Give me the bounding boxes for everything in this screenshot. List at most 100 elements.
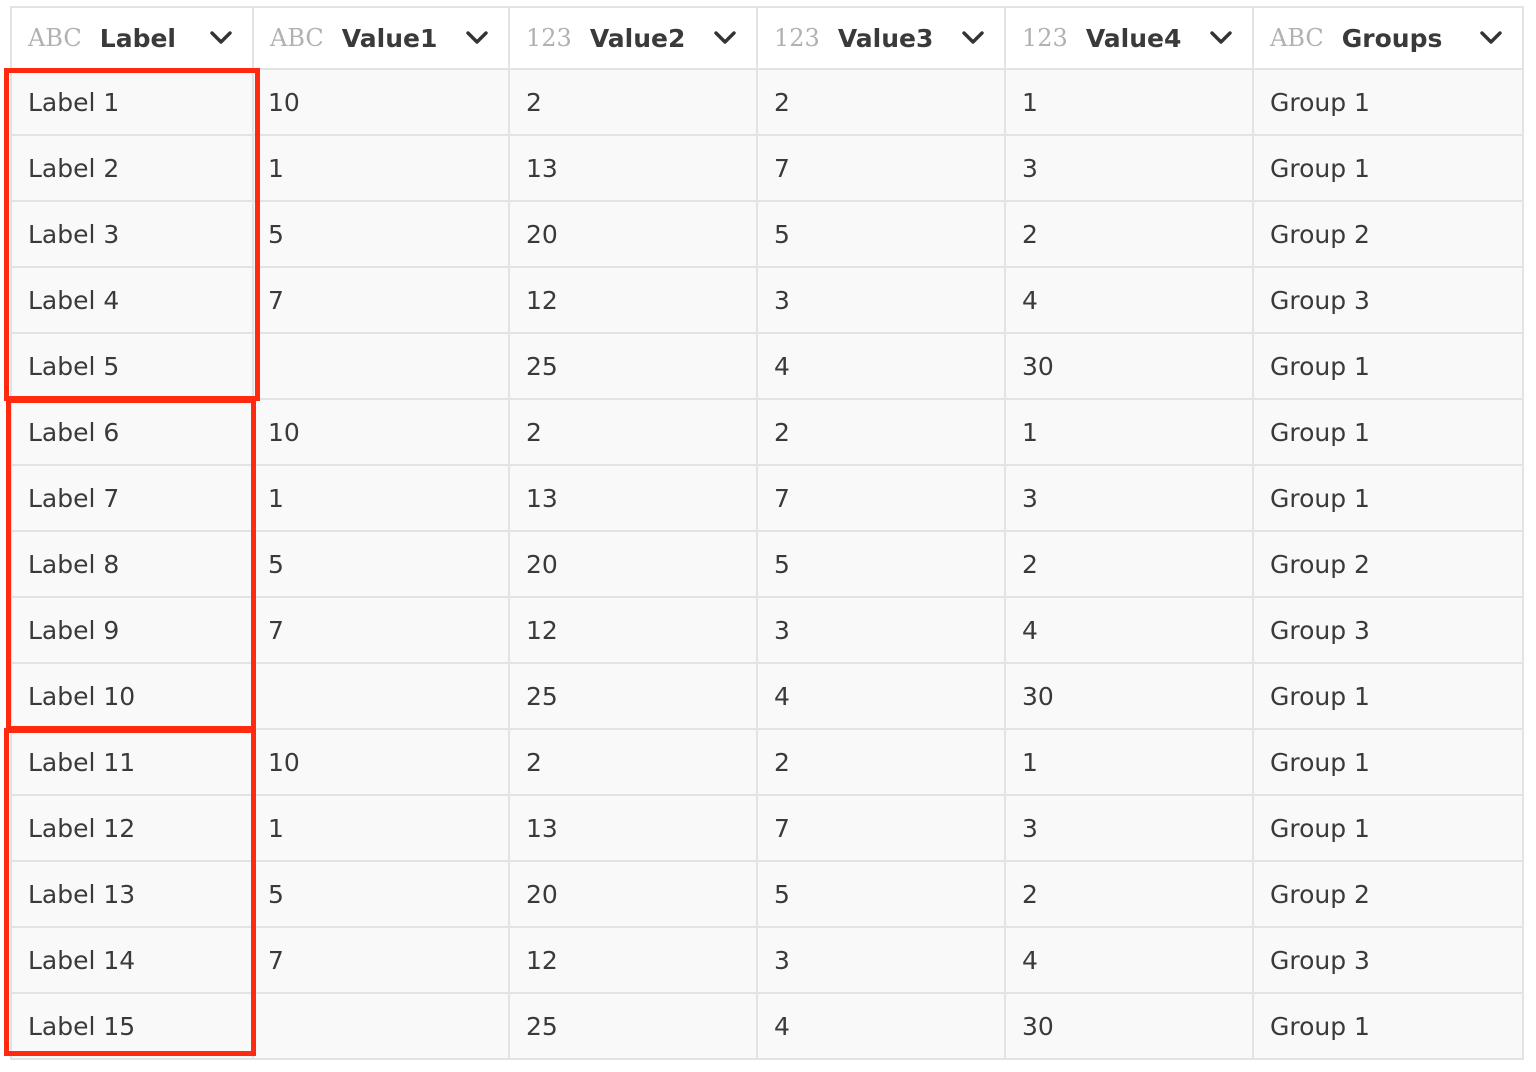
table-cell[interactable]: 5	[758, 532, 1006, 596]
table-cell[interactable]: Label 15	[12, 994, 254, 1058]
table-cell[interactable]: Group 1	[1254, 70, 1524, 134]
table-cell[interactable]: 2	[510, 730, 758, 794]
table-cell[interactable]: 2	[510, 400, 758, 464]
table-cell[interactable]: 25	[510, 334, 758, 398]
table-cell[interactable]: 12	[510, 598, 758, 662]
chevron-down-icon[interactable]	[960, 25, 986, 51]
table-cell[interactable]: 4	[758, 994, 1006, 1058]
table-cell[interactable]: 13	[510, 796, 758, 860]
table-cell[interactable]: 1	[254, 796, 510, 860]
table-cell[interactable]: Group 2	[1254, 532, 1524, 596]
table-cell[interactable]: Group 1	[1254, 796, 1524, 860]
table-cell[interactable]: 3	[758, 928, 1006, 992]
table-cell[interactable]: 5	[254, 862, 510, 926]
table-cell[interactable]: 2	[758, 730, 1006, 794]
table-cell[interactable]: 13	[510, 466, 758, 530]
table-cell[interactable]: 1	[254, 466, 510, 530]
table-cell[interactable]: 5	[758, 862, 1006, 926]
table-cell[interactable]: Label 11	[12, 730, 254, 794]
table-cell[interactable]: Label 9	[12, 598, 254, 662]
table-cell[interactable]: 1	[1006, 70, 1254, 134]
table-cell[interactable]: Group 1	[1254, 994, 1524, 1058]
column-header-value2[interactable]: 123 Value2	[510, 8, 758, 68]
table-cell[interactable]	[254, 334, 510, 398]
column-header-label[interactable]: ABC Label	[12, 8, 254, 68]
table-cell[interactable]: 7	[758, 466, 1006, 530]
table-cell[interactable]	[254, 994, 510, 1058]
table-cell[interactable]: Group 3	[1254, 928, 1524, 992]
table-cell[interactable]: 12	[510, 928, 758, 992]
table-cell[interactable]: 4	[758, 334, 1006, 398]
table-cell[interactable]: Group 1	[1254, 466, 1524, 530]
table-cell[interactable]: 7	[758, 136, 1006, 200]
chevron-down-icon[interactable]	[1208, 25, 1234, 51]
column-header-value4[interactable]: 123 Value4	[1006, 8, 1254, 68]
table-cell[interactable]: Group 1	[1254, 136, 1524, 200]
table-cell[interactable]: 7	[254, 268, 510, 332]
table-cell[interactable]: 2	[758, 400, 1006, 464]
table-cell[interactable]: Label 7	[12, 466, 254, 530]
table-cell[interactable]: 30	[1006, 334, 1254, 398]
chevron-down-icon[interactable]	[208, 25, 234, 51]
table-cell[interactable]: 30	[1006, 664, 1254, 728]
table-cell[interactable]: 10	[254, 70, 510, 134]
table-cell[interactable]: Group 1	[1254, 334, 1524, 398]
table-cell[interactable]: 1	[1006, 730, 1254, 794]
table-cell[interactable]: Group 1	[1254, 400, 1524, 464]
column-header-value3[interactable]: 123 Value3	[758, 8, 1006, 68]
table-cell[interactable]: 13	[510, 136, 758, 200]
table-cell[interactable]: Group 1	[1254, 664, 1524, 728]
table-cell[interactable]: Group 2	[1254, 202, 1524, 266]
table-cell[interactable]: 4	[758, 664, 1006, 728]
table-cell[interactable]: 20	[510, 532, 758, 596]
table-cell[interactable]: 7	[254, 598, 510, 662]
table-cell[interactable]: 1	[1006, 400, 1254, 464]
table-cell[interactable]: Group 2	[1254, 862, 1524, 926]
table-cell[interactable]: 5	[758, 202, 1006, 266]
table-cell[interactable]: 1	[254, 136, 510, 200]
table-cell[interactable]: Group 3	[1254, 268, 1524, 332]
table-cell[interactable]: 4	[1006, 598, 1254, 662]
table-cell[interactable]: Group 3	[1254, 598, 1524, 662]
table-cell[interactable]: 2	[1006, 862, 1254, 926]
table-cell[interactable]: 5	[254, 202, 510, 266]
table-cell[interactable]: 2	[1006, 532, 1254, 596]
table-cell[interactable]: Group 1	[1254, 730, 1524, 794]
chevron-down-icon[interactable]	[1478, 25, 1504, 51]
table-cell[interactable]: Label 10	[12, 664, 254, 728]
table-cell[interactable]: 25	[510, 664, 758, 728]
table-cell[interactable]: 3	[758, 598, 1006, 662]
table-cell[interactable]	[254, 664, 510, 728]
chevron-down-icon[interactable]	[712, 25, 738, 51]
table-cell[interactable]: 20	[510, 862, 758, 926]
table-cell[interactable]: 7	[254, 928, 510, 992]
table-cell[interactable]: 2	[1006, 202, 1254, 266]
table-cell[interactable]: 12	[510, 268, 758, 332]
column-header-value1[interactable]: ABC Value1	[254, 8, 510, 68]
table-cell[interactable]: 2	[758, 70, 1006, 134]
table-cell[interactable]: 3	[1006, 796, 1254, 860]
table-cell[interactable]: Label 12	[12, 796, 254, 860]
table-cell[interactable]: Label 3	[12, 202, 254, 266]
table-cell[interactable]: 30	[1006, 994, 1254, 1058]
table-cell[interactable]: Label 2	[12, 136, 254, 200]
table-cell[interactable]: 20	[510, 202, 758, 266]
table-cell[interactable]: 5	[254, 532, 510, 596]
table-cell[interactable]: Label 8	[12, 532, 254, 596]
table-cell[interactable]: 3	[1006, 466, 1254, 530]
table-cell[interactable]: 2	[510, 70, 758, 134]
table-cell[interactable]: Label 5	[12, 334, 254, 398]
table-cell[interactable]: 10	[254, 730, 510, 794]
chevron-down-icon[interactable]	[464, 25, 490, 51]
table-cell[interactable]: 10	[254, 400, 510, 464]
table-cell[interactable]: 3	[758, 268, 1006, 332]
column-header-groups[interactable]: ABC Groups	[1254, 8, 1524, 68]
table-cell[interactable]: 3	[1006, 136, 1254, 200]
table-cell[interactable]: 7	[758, 796, 1006, 860]
table-cell[interactable]: Label 4	[12, 268, 254, 332]
table-cell[interactable]: Label 1	[12, 70, 254, 134]
table-cell[interactable]: Label 14	[12, 928, 254, 992]
table-cell[interactable]: Label 6	[12, 400, 254, 464]
table-cell[interactable]: 25	[510, 994, 758, 1058]
table-cell[interactable]: 4	[1006, 268, 1254, 332]
